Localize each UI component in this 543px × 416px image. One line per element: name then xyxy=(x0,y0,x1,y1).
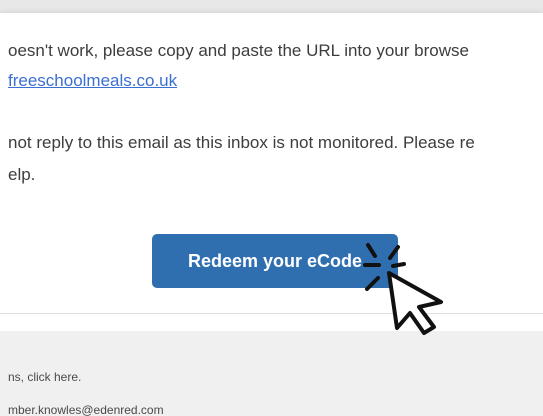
email-body-line-2: freeschoolmeals.co.uk xyxy=(8,71,177,91)
email-card: oesn't work, please copy and paste the U… xyxy=(0,13,543,416)
redeem-ecode-button[interactable]: Redeem your eCode xyxy=(152,234,398,288)
footer-line-1: ns, click here. xyxy=(8,370,82,384)
email-footer: ns, click here. mber.knowles@edenred.com xyxy=(0,331,543,416)
email-body-line-1: oesn't work, please copy and paste the U… xyxy=(8,41,469,60)
footer-email-link[interactable]: mber.knowles@edenred.com xyxy=(8,403,164,416)
email-body-line-4: elp. xyxy=(8,165,36,184)
school-meals-link[interactable]: freeschoolmeals.co.uk xyxy=(8,71,177,90)
footer-divider xyxy=(0,313,543,314)
email-body-line-3: not reply to this email as this inbox is… xyxy=(8,133,475,152)
